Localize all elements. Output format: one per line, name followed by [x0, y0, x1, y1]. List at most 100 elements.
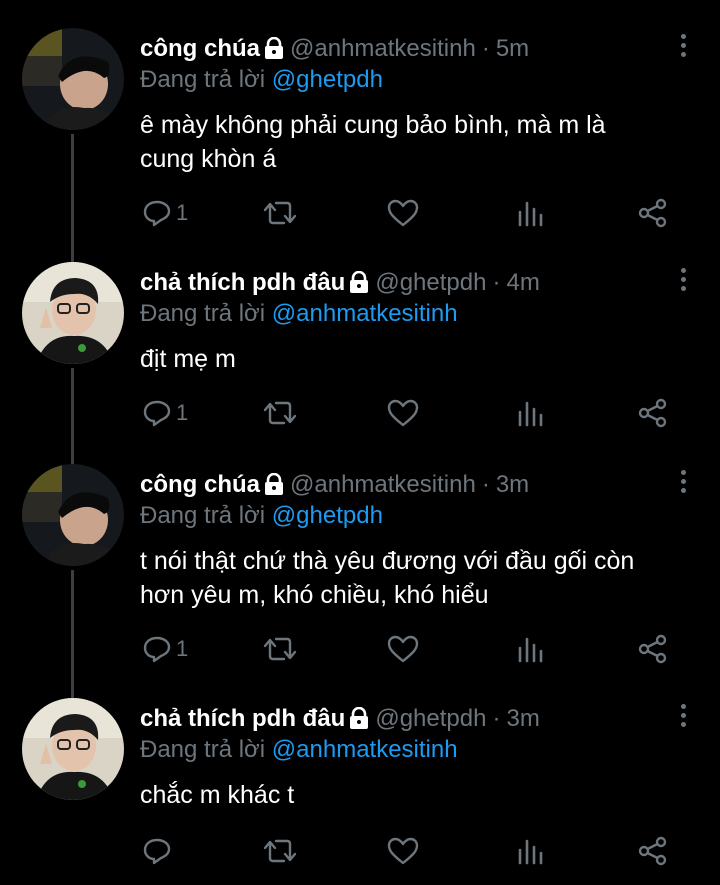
heart-icon	[387, 634, 419, 664]
heart-icon	[387, 836, 419, 866]
tweet-text-line: hơn yêu m, khó chiều, khó hiểu	[140, 581, 489, 609]
share-button[interactable]	[637, 836, 669, 866]
action-bar	[140, 836, 680, 866]
tweet-text-line: ê mày không phải cung bảo bình, mà m là	[140, 111, 606, 139]
reply-icon	[142, 634, 172, 664]
analytics-button[interactable]	[516, 634, 544, 664]
heart-icon	[387, 398, 419, 428]
avatar[interactable]	[22, 698, 124, 800]
tweet[interactable]: công chúa @anhmatkesitinh · 3m Đang trả …	[0, 464, 720, 698]
tweet-header: chả thích pdh đâu @ghetpdh · 3m	[140, 702, 540, 736]
separator: ·	[481, 471, 490, 498]
reply-button[interactable]: 1	[142, 198, 188, 228]
reply-button[interactable]	[142, 836, 172, 866]
avatar[interactable]	[22, 28, 124, 130]
replying-to: Đang trả lời @ghetpdh	[140, 502, 383, 530]
tweet-text-line: t nói thật chứ thà yêu đương với đầu gối…	[140, 547, 635, 575]
like-button[interactable]	[387, 198, 419, 228]
handle[interactable]: @ghetpdh	[375, 269, 486, 297]
replying-to-link[interactable]: @anhmatkesitinh	[272, 736, 458, 763]
share-icon	[637, 836, 669, 866]
reply-count: 1	[176, 200, 189, 225]
reply-icon	[142, 198, 172, 228]
more-vertical-icon[interactable]	[680, 34, 688, 61]
action-bar: 1	[140, 198, 680, 228]
timestamp[interactable]: 5m	[496, 35, 529, 63]
reply-button[interactable]: 1	[142, 398, 188, 428]
replying-to: Đang trả lời @anhmatkesitinh	[140, 736, 458, 764]
tweet-header: công chúa @anhmatkesitinh · 3m	[140, 468, 529, 502]
replying-to-link[interactable]: @ghetpdh	[272, 502, 383, 529]
like-button[interactable]	[387, 836, 419, 866]
action-bar: 1	[140, 398, 680, 428]
timestamp[interactable]: 3m	[496, 471, 529, 499]
replying-to-link[interactable]: @ghetpdh	[272, 66, 383, 93]
lock-icon	[264, 36, 284, 66]
separator: ·	[481, 35, 490, 62]
tweet[interactable]: công chúa @anhmatkesitinh · 5m Đang trả …	[0, 28, 720, 262]
replying-prefix: Đang trả lời	[140, 66, 266, 93]
replying-to-link[interactable]: @anhmatkesitinh	[272, 300, 458, 327]
retweet-icon	[262, 836, 298, 866]
tweet-text-line: chắc m khác t	[140, 781, 295, 809]
more-vertical-icon[interactable]	[680, 268, 688, 295]
display-name[interactable]: công chúa	[140, 471, 260, 499]
more-vertical-icon[interactable]	[680, 470, 688, 497]
tweet-header: chả thích pdh đâu @ghetpdh · 4m	[140, 266, 540, 300]
action-bar: 1	[140, 634, 680, 664]
share-icon	[637, 198, 669, 228]
retweet-button[interactable]	[262, 198, 298, 228]
display-name[interactable]: chả thích pdh đâu	[140, 269, 345, 297]
retweet-button[interactable]	[262, 634, 298, 664]
lock-icon	[349, 706, 369, 736]
timestamp[interactable]: 4m	[506, 269, 539, 297]
share-button[interactable]	[637, 398, 669, 428]
analytics-icon	[516, 398, 544, 428]
handle[interactable]: @anhmatkesitinh	[290, 35, 476, 63]
share-icon	[637, 398, 669, 428]
separator: ·	[492, 705, 501, 732]
replying-prefix: Đang trả lời	[140, 502, 266, 529]
retweet-button[interactable]	[262, 398, 298, 428]
tweet-text-line: địt mẹ m	[140, 345, 236, 373]
display-name[interactable]: chả thích pdh đâu	[140, 705, 345, 733]
tweet-text: chắc m khác t	[140, 778, 700, 812]
reply-button[interactable]: 1	[142, 634, 188, 664]
avatar[interactable]	[22, 464, 124, 566]
timestamp[interactable]: 3m	[506, 705, 539, 733]
like-button[interactable]	[387, 634, 419, 664]
handle[interactable]: @ghetpdh	[375, 705, 486, 733]
retweet-button[interactable]	[262, 836, 298, 866]
avatar[interactable]	[22, 262, 124, 364]
separator: ·	[492, 269, 501, 296]
share-button[interactable]	[637, 198, 669, 228]
share-button[interactable]	[637, 634, 669, 664]
replying-prefix: Đang trả lời	[140, 736, 266, 763]
retweet-icon	[262, 398, 298, 428]
heart-icon	[387, 198, 419, 228]
replying-prefix: Đang trả lời	[140, 300, 266, 327]
tweet[interactable]: chả thích pdh đâu @ghetpdh · 4m Đang trả…	[0, 262, 720, 466]
analytics-button[interactable]	[516, 198, 544, 228]
lock-icon	[264, 472, 284, 502]
display-name[interactable]: công chúa	[140, 35, 260, 63]
tweet[interactable]: chả thích pdh đâu @ghetpdh · 3m Đang trả…	[0, 698, 720, 882]
tweet-text: địt mẹ m	[140, 342, 700, 376]
tweet-header: công chúa @anhmatkesitinh · 5m	[140, 32, 529, 66]
tweet-text: t nói thật chứ thà yêu đương với đầu gối…	[140, 544, 700, 612]
analytics-button[interactable]	[516, 836, 544, 866]
replying-to: Đang trả lời @anhmatkesitinh	[140, 300, 458, 328]
more-vertical-icon[interactable]	[680, 704, 688, 731]
lock-icon	[349, 270, 369, 300]
analytics-icon	[516, 198, 544, 228]
reply-icon	[142, 836, 172, 866]
tweet-text: ê mày không phải cung bảo bình, mà m là …	[140, 108, 700, 176]
handle[interactable]: @anhmatkesitinh	[290, 471, 476, 499]
analytics-icon	[516, 836, 544, 866]
like-button[interactable]	[387, 398, 419, 428]
tweet-text-line: cung khòn á	[140, 145, 277, 173]
analytics-button[interactable]	[516, 398, 544, 428]
reply-icon	[142, 398, 172, 428]
share-icon	[637, 634, 669, 664]
reply-count: 1	[176, 636, 189, 661]
